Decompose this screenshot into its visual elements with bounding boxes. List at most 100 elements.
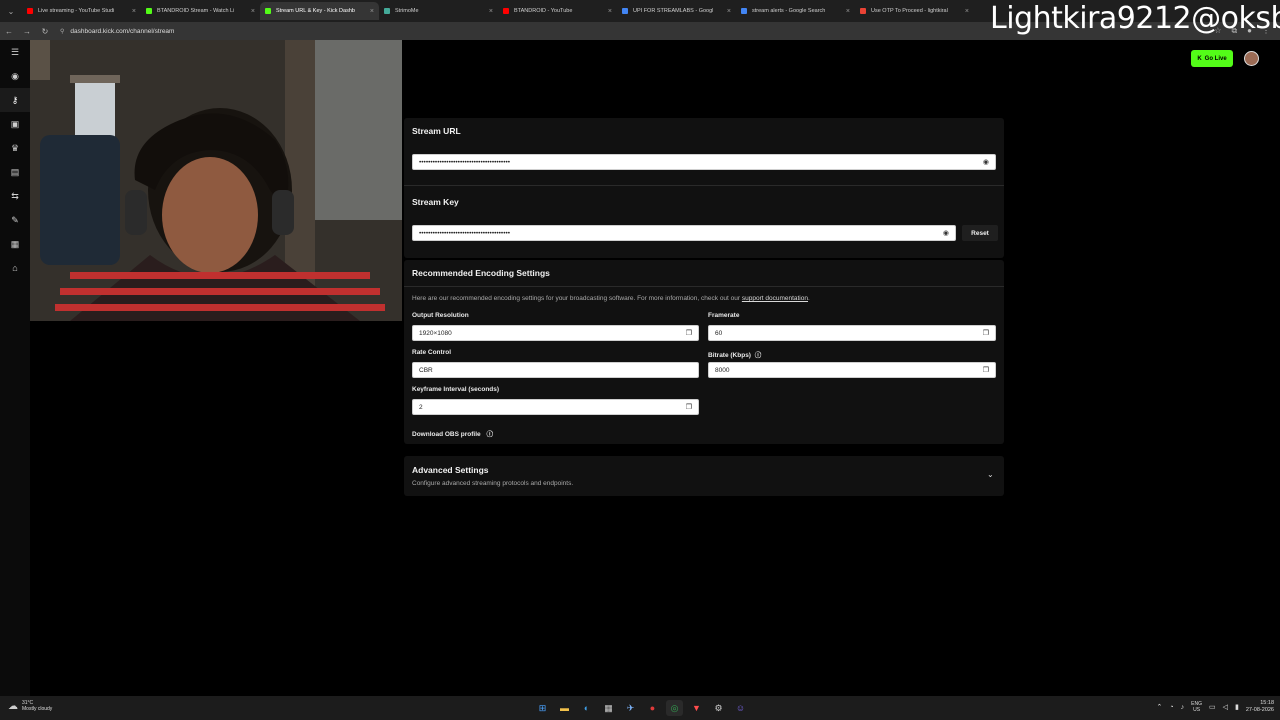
start-icon[interactable]: ⊞ [534,700,551,716]
tab-favicon-icon [622,8,628,14]
copy-icon[interactable]: ❐ [983,366,989,374]
network-icon[interactable]: ▭ [1209,703,1216,711]
info-icon[interactable]: ⓘ [486,431,493,438]
browser-tab[interactable]: Stream URL & Key - Kick Dashb × [260,2,379,20]
language-indicator[interactable]: ENG US [1191,701,1202,713]
browser-tab[interactable]: StrimoMe × [379,2,498,20]
go-live-button[interactable]: K Go Live [1191,50,1233,67]
keyframe-interval-label: Keyframe Interval (seconds) [412,386,500,393]
advanced-settings-description: Configure advanced streaming protocols a… [412,480,574,487]
bitrate-label: Bitrate (Kbps) ⓘ [708,352,762,359]
tab-favicon-icon [503,8,509,14]
hamburger-menu-icon[interactable]: ☰ [0,40,30,64]
framerate-label: Framerate [708,312,740,319]
reveal-eye-icon[interactable]: ◉ [943,229,949,237]
browser-tab[interactable]: BTANDROID - YouTube × [498,2,617,20]
tab-favicon-icon [384,8,390,14]
browser-tab[interactable]: Use OTP To Proceed - lightkiral × [855,2,974,20]
monetization-icon[interactable]: ▦ [0,232,30,256]
tab-favicon-icon [741,8,747,14]
encoding-title: Recommended Encoding Settings [412,268,550,278]
kick-logo-icon: K [1197,55,1202,62]
url-text: dashboard.kick.com/channel/stream [70,27,175,35]
user-avatar[interactable] [1244,51,1259,66]
stream-url-field[interactable]: ••••••••••••••••••••••••••••••••••••••••… [412,154,996,170]
keyframe-interval-field[interactable]: 2 ❐ [412,399,699,415]
content-icon[interactable]: ▣ [0,112,30,136]
advanced-settings-card[interactable] [404,456,1004,496]
discord-icon[interactable]: ☺ [732,700,749,716]
tab-title: BTANDROID - YouTube [514,8,573,14]
edge-icon[interactable]: ◐ [578,700,595,716]
steam-icon[interactable]: ✈ [622,700,639,716]
app-icon[interactable]: ▼ [688,700,705,716]
stream-key-title: Stream Key [412,197,459,207]
copy-icon[interactable]: ❐ [686,329,692,337]
info-icon[interactable]: ⓘ [755,352,762,359]
battery-icon[interactable]: ▮ [1235,703,1239,711]
tab-close-icon[interactable]: × [965,8,969,15]
tab-close-icon[interactable]: × [251,8,255,15]
copy-icon[interactable]: ❐ [686,403,692,411]
encoding-description: Here are our recommended encoding settin… [412,295,810,302]
tab-title: Use OTP To Proceed - lightkiral [871,8,948,14]
rate-control-field[interactable]: CBR [412,362,699,378]
tab-close-icon[interactable]: × [608,8,612,15]
tab-close-icon[interactable]: × [846,8,850,15]
share-icon[interactable]: ⇆ [0,184,30,208]
reload-icon[interactable]: ↻ [36,27,54,36]
chevron-down-icon[interactable]: ⌄ [987,470,994,479]
tray-chevron-icon[interactable]: ⌃ [1157,703,1163,711]
system-tray: ⌃ ◔ ♪ ENG US ▭ ◁ ▮ 15:18 27-08-2026 [1157,700,1274,714]
cloud-icon: ☁ [8,700,18,712]
bitrate-field[interactable]: 8000 ❐ [708,362,996,378]
browser-tab[interactable]: Live streaming - YouTube Studi × [22,2,141,20]
browser-tab[interactable]: BTANDROID Stream - Watch Li × [141,2,260,20]
file-explorer-icon[interactable]: ▬ [556,700,573,716]
trophy-icon[interactable]: ♛ [0,136,30,160]
site-info-icon[interactable]: ⚲ [60,28,64,35]
home-icon[interactable]: ◉ [0,64,30,88]
tab-search-icon[interactable]: ⌄ [0,0,22,22]
stream-key-field[interactable]: ••••••••••••••••••••••••••••••••••••••••… [412,225,956,241]
kick-dashboard-page: ☰ ◉ ⚷ ▣ ♛ ▤ ⇆ ✎ ▦ ⌂ K Go Live Stream URL… [0,40,1280,696]
copy-icon[interactable]: ❐ [983,329,989,337]
tab-title: Stream URL & Key - Kick Dashb [276,8,355,14]
taskbar-apps: ⊞ ▬ ◐ ▦ ✈ ● ◎ ▼ ⚙ ☺ [534,700,749,716]
community-icon[interactable]: ▤ [0,160,30,184]
reset-key-button[interactable]: Reset [962,225,998,241]
weather-widget[interactable]: ☁ 31°C Mostly cloudy [8,700,52,712]
volume-icon[interactable]: ◁ [1223,703,1228,711]
tab-close-icon[interactable]: × [132,8,136,15]
tab-close-icon[interactable]: × [370,8,374,15]
moderation-icon[interactable]: ⌂ [0,256,30,280]
obs-icon[interactable]: ● [644,700,661,716]
tray-app-icon[interactable]: ◔ [1169,704,1173,711]
browser-tab[interactable]: UPI FOR STREAMLABS - Googl × [617,2,736,20]
forward-icon[interactable]: → [18,27,36,36]
tab-title: UPI FOR STREAMLABS - Googl [633,8,714,14]
tab-favicon-icon [27,8,33,14]
tab-favicon-icon [265,8,271,14]
store-icon[interactable]: ▦ [600,700,617,716]
stream-key-icon[interactable]: ⚷ [0,88,30,112]
framerate-field[interactable]: 60 ❐ [708,325,996,341]
tab-close-icon[interactable]: × [727,8,731,15]
url-field[interactable]: ⚲ dashboard.kick.com/channel/stream [60,28,174,35]
tray-mic-icon[interactable]: ♪ [1181,704,1185,711]
clock[interactable]: 15:18 27-08-2026 [1246,700,1274,714]
download-obs-profile-link[interactable]: Download OBS profile ⓘ [412,428,493,438]
support-documentation-link[interactable]: support documentation [742,295,808,302]
reveal-eye-icon[interactable]: ◉ [983,158,989,166]
chrome-icon[interactable]: ◎ [666,700,683,716]
output-resolution-field[interactable]: 1920×1080 ❐ [412,325,699,341]
settings-icon[interactable]: ⚙ [710,700,727,716]
tools-icon[interactable]: ✎ [0,208,30,232]
encoding-card [404,260,1004,444]
back-icon[interactable]: ← [0,27,18,36]
stream-url-title: Stream URL [412,126,461,136]
windows-taskbar: ☁ 31°C Mostly cloudy ⊞ ▬ ◐ ▦ ✈ ● ◎ ▼ ⚙ ☺… [0,696,1280,720]
advanced-settings-title: Advanced Settings [412,465,489,475]
tab-close-icon[interactable]: × [489,8,493,15]
browser-tab[interactable]: stream alerts - Google Search × [736,2,855,20]
